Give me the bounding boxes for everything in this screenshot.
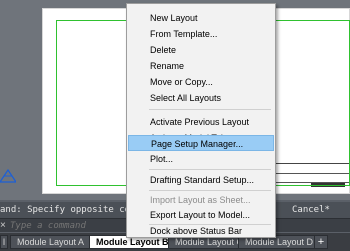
close-icon[interactable]: × <box>0 220 8 231</box>
menu-item-export-layout-to-model[interactable]: Export Layout to Model... <box>128 207 274 223</box>
menu-item-activate-previous-layout[interactable]: Activate Previous Layout <box>128 114 274 130</box>
ucs-icon <box>0 168 16 183</box>
menu-separator <box>149 169 271 170</box>
tab-module-layout-a[interactable]: Module Layout A <box>10 235 92 249</box>
menu-item-dock-above-status-bar[interactable]: Dock above Status Bar <box>128 223 274 239</box>
menu-item-drafting-standard-setup[interactable]: Drafting Standard Setup... <box>128 172 274 188</box>
menu-separator <box>149 109 271 110</box>
menu-item-import-layout-as-sheet: Import Layout as Sheet... <box>150 195 251 205</box>
menu-item-from-template[interactable]: From Template... <box>128 26 274 42</box>
menu-item-new-layout[interactable]: New Layout <box>128 10 274 26</box>
command-history-tail: Cancel* <box>292 205 330 215</box>
menu-item-select-all-layouts[interactable]: Select All Layouts <box>128 90 274 106</box>
add-layout-button[interactable]: + <box>314 235 328 249</box>
menu-item-plot[interactable]: Plot... <box>128 151 274 167</box>
layout-context-menu: New Layout From Template... Delete Renam… <box>126 3 276 238</box>
tab-model[interactable]: l <box>0 235 8 249</box>
menu-item-move-or-copy[interactable]: Move or Copy... <box>128 74 274 90</box>
menu-item-rename[interactable]: Rename <box>128 58 274 74</box>
menu-item-delete[interactable]: Delete <box>128 42 274 58</box>
menu-separator <box>149 190 271 191</box>
menu-item-page-setup-manager[interactable]: Page Setup Manager... <box>128 135 274 151</box>
